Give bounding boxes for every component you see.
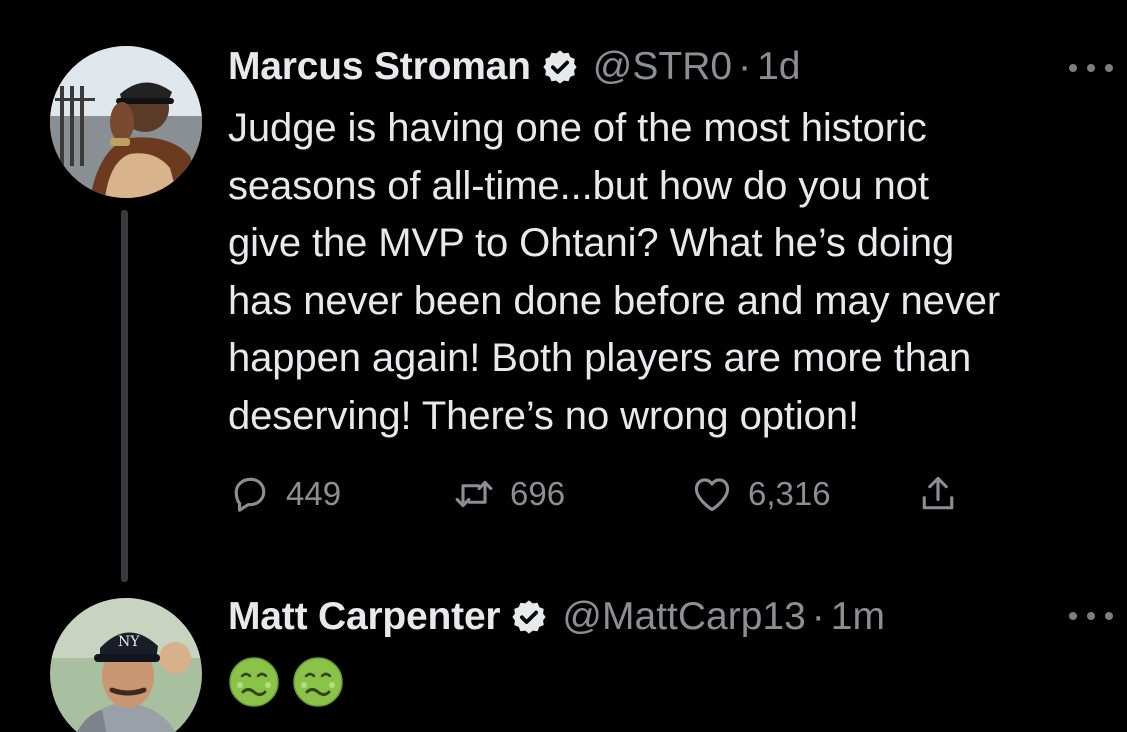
more-options-icon[interactable]: [1069, 62, 1113, 74]
author-name[interactable]: Matt Carpenter: [228, 595, 501, 639]
reply-count: 449: [286, 475, 342, 512]
tweet-header: Matt Carpenter @MattCarp13 · 1m: [228, 592, 885, 642]
nauseated-face-emoji: [229, 657, 279, 707]
verified-badge-icon: [543, 50, 577, 84]
verified-badge-icon: [512, 600, 547, 634]
tweet-marcus-stroman[interactable]: Marcus Stroman @STR0 · 1d Judge is havin…: [0, 0, 1127, 600]
tweet-matt-carpenter[interactable]: NY Matt Carpenter @MattCarp13 · 1m: [0, 590, 1127, 732]
more-options-icon[interactable]: [1069, 610, 1113, 622]
avatar[interactable]: [50, 46, 202, 198]
author-name[interactable]: Marcus Stroman: [228, 45, 531, 89]
retweet-icon: [455, 480, 493, 508]
tweet-header: Marcus Stroman @STR0 · 1d: [228, 42, 800, 92]
like-count: 6,316: [748, 475, 831, 512]
heart-icon: [694, 478, 730, 512]
reply-button[interactable]: 449: [228, 470, 341, 518]
nauseated-face-emoji: [293, 657, 343, 707]
svg-text:NY: NY: [118, 634, 140, 650]
tweet-actions: 449 696 6,316: [228, 470, 988, 518]
timestamp[interactable]: 1d: [757, 45, 800, 89]
thread-connector-line: [121, 210, 128, 582]
avatar[interactable]: NY: [50, 598, 202, 732]
timestamp[interactable]: 1m: [831, 595, 885, 639]
like-button[interactable]: 6,316: [690, 470, 831, 518]
author-handle[interactable]: @MattCarp13: [562, 595, 805, 639]
tweet-emojis: [228, 656, 344, 708]
share-icon: [922, 476, 954, 510]
separator-dot: ·: [811, 595, 825, 638]
retweet-count: 696: [510, 475, 566, 512]
separator-dot: ·: [738, 45, 752, 88]
share-button[interactable]: [916, 470, 960, 518]
retweet-button[interactable]: 696: [452, 470, 565, 518]
reply-icon: [234, 477, 266, 512]
author-handle[interactable]: @STR0: [593, 45, 732, 89]
tweet-text: Judge is having one of the most historic…: [228, 106, 1001, 438]
